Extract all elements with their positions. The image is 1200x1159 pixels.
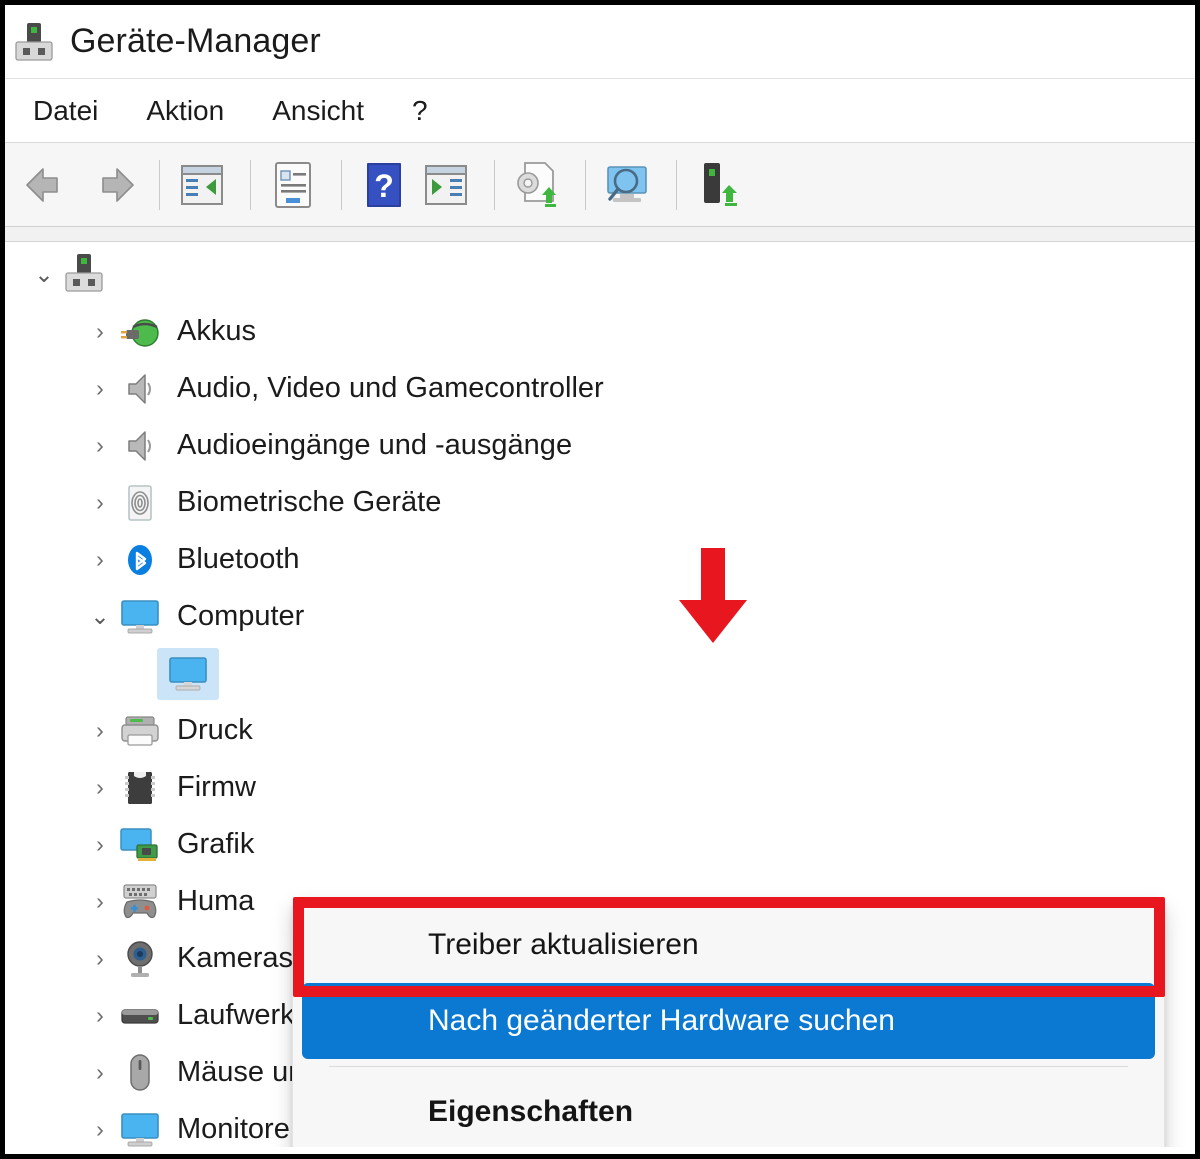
chevron-right-icon[interactable]: › [83, 833, 117, 856]
monitor-icon [117, 594, 163, 640]
context-menu: Treiber aktualisieren Nach geänderter Ha… [292, 899, 1165, 1147]
computer-root-icon [61, 252, 107, 298]
scan-for-hardware-changes-icon[interactable] [509, 157, 565, 213]
tree-item-grafikkarten[interactable]: › Grafik [5, 816, 1195, 873]
tree-item-label: Bluetooth [177, 543, 300, 575]
chevron-right-icon[interactable]: › [83, 377, 117, 400]
chevron-down-icon[interactable]: ⌄ [27, 263, 61, 286]
chevron-right-icon[interactable]: › [83, 1004, 117, 1027]
tree-item-audioeingaenge-ausgaenge[interactable]: › Audioeingänge und -ausgänge [5, 417, 1195, 474]
chevron-right-icon[interactable]: › [83, 776, 117, 799]
printer-icon [117, 708, 163, 754]
device-manager-icon-svg [15, 22, 53, 61]
toolbar-separator [585, 159, 586, 210]
monitor-device-icon [165, 651, 211, 697]
firmware-chip-icon [117, 765, 163, 811]
chevron-right-icon[interactable]: › [83, 548, 117, 571]
tree-item-bluetooth[interactable]: › Bluetooth [5, 531, 1195, 588]
mouse-icon [117, 1050, 163, 1096]
menu-datei[interactable]: Datei [33, 95, 98, 127]
device-manager-icon [12, 20, 56, 64]
update-driver-window-icon[interactable] [418, 157, 474, 213]
forward-arrow-icon[interactable] [83, 157, 139, 213]
tree-item-label: Kameras [177, 942, 294, 974]
menu-hilfe[interactable]: ? [412, 95, 428, 127]
device-install-icon[interactable] [691, 157, 747, 213]
tree-root-node[interactable]: ⌄ [5, 246, 1195, 303]
menu-aktion[interactable]: Aktion [146, 95, 224, 127]
bluetooth-icon [117, 537, 163, 583]
drive-icon [117, 993, 163, 1039]
tree-item-label: Akkus [177, 315, 256, 347]
tree-item-selected-computer-device[interactable] [5, 645, 1195, 702]
hid-gamepad-icon [117, 879, 163, 925]
device-tree: ⌄ › Akkus › Audio, Video und Gamecontrol… [5, 242, 1195, 1147]
tree-item-label: Huma [177, 885, 255, 917]
camera-icon [117, 936, 163, 982]
tree-item-label: Laufwerke [177, 999, 311, 1031]
chevron-right-icon[interactable]: › [83, 1061, 117, 1084]
toolbar-separator [250, 159, 251, 210]
context-menu-separator [329, 1066, 1128, 1067]
back-arrow-icon[interactable] [21, 157, 77, 213]
tree-item-audio-video-gamecontroller[interactable]: › Audio, Video und Gamecontroller [5, 360, 1195, 417]
toolbar-bottom-strip [5, 227, 1195, 242]
ctx-update-driver[interactable]: Treiber aktualisieren [302, 907, 1155, 983]
chevron-right-icon[interactable]: › [83, 719, 117, 742]
display-icon [117, 1107, 163, 1148]
properties-icon[interactable] [265, 157, 321, 213]
tree-item-firmware[interactable]: › Firmw [5, 759, 1195, 816]
tree-item-akkus[interactable]: › Akkus [5, 303, 1195, 360]
tree-item-label: Audioeingänge und -ausgänge [177, 429, 573, 461]
toolbar-separator [159, 159, 160, 210]
svg-text:?: ? [374, 168, 394, 204]
tree-item-label: Computer [177, 600, 305, 632]
page-title: Geräte-Manager [70, 22, 321, 60]
toolbar-separator [341, 159, 342, 210]
device-manager-window: Geräte-Manager Datei Aktion Ansicht ? ? … [0, 0, 1200, 1159]
menu-ansicht[interactable]: Ansicht [272, 95, 364, 127]
graphics-card-icon [117, 822, 163, 868]
tree-item-computer[interactable]: ⌄ Computer [5, 588, 1195, 645]
speaker-icon [117, 423, 163, 469]
ctx-properties[interactable]: Eigenschaften [302, 1074, 1155, 1147]
show-hide-console-tree-icon[interactable] [174, 157, 230, 213]
tree-item-label: Biometrische Geräte [177, 486, 442, 518]
chevron-right-icon[interactable]: › [83, 434, 117, 457]
chevron-down-icon[interactable]: ⌄ [83, 605, 117, 628]
chevron-right-icon[interactable]: › [83, 320, 117, 343]
fingerprint-icon [117, 480, 163, 526]
tree-item-label: Monitore [177, 1113, 290, 1145]
toolbar-separator [676, 159, 677, 210]
battery-icon [117, 309, 163, 355]
toolbar: ? [5, 143, 1195, 227]
help-icon[interactable]: ? [356, 157, 412, 213]
toolbar-separator [494, 159, 495, 210]
chevron-right-icon[interactable]: › [83, 1118, 117, 1141]
tree-item-biometrische-geraete[interactable]: › Biometrische Geräte [5, 474, 1195, 531]
tree-item-label: Druck [177, 714, 253, 746]
annotation-arrow-down-icon [677, 548, 749, 645]
chevron-right-icon[interactable]: › [83, 890, 117, 913]
show-hidden-devices-icon[interactable] [600, 157, 656, 213]
tree-item-label: Grafik [177, 828, 255, 860]
menu-bar: Datei Aktion Ansicht ? [5, 78, 1195, 143]
title-bar: Geräte-Manager [5, 5, 1195, 78]
ctx-scan-hardware-changes[interactable]: Nach geänderter Hardware suchen [302, 983, 1155, 1059]
chevron-right-icon[interactable]: › [83, 947, 117, 970]
speaker-icon [117, 366, 163, 412]
chevron-right-icon[interactable]: › [83, 491, 117, 514]
tree-item-druckwarteschlangen[interactable]: › Druck [5, 702, 1195, 759]
tree-item-label: Audio, Video und Gamecontroller [177, 372, 604, 404]
tree-item-label: Firmw [177, 771, 256, 803]
